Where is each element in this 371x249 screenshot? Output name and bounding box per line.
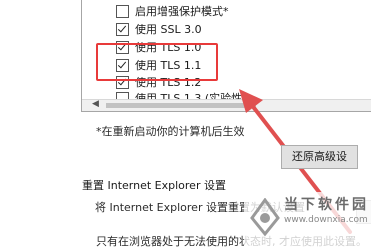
watermark: 当下软件园 www.downxia.com [244,192,371,248]
watermark-logo-icon [250,198,280,236]
restart-note: *在重新启动你的计算机后生效 [96,125,245,138]
restore-advanced-settings-button[interactable]: 还原高级设 [281,145,358,169]
watermark-text: 当下软件园 [284,197,369,213]
watermark-url: www.downxia.com [284,215,368,225]
reset-section-title: 重置 Internet Explorer 设置 [82,179,226,192]
